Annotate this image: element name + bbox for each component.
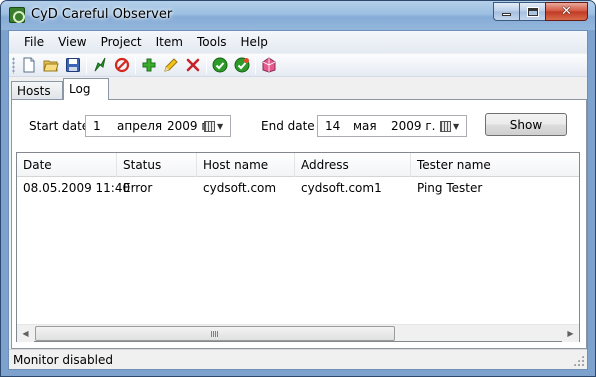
menu-bar: File View Project Item Tools Help [9,31,587,53]
new-button[interactable] [18,55,40,76]
menu-item[interactable]: Item [149,35,190,49]
cell-date: 08.05.2009 11:40 [23,181,131,195]
tab-strip: Hosts list Log [11,78,587,112]
calendar-icon [440,120,451,132]
maximize-button[interactable] [519,2,545,21]
status-text: Monitor disabled [13,353,113,367]
column-header-date[interactable]: Date [17,153,117,177]
resize-grip-icon[interactable] [573,355,584,366]
toolbar-separator [255,56,256,74]
add-icon [142,58,156,72]
tab-hosts-list[interactable]: Hosts list [11,81,63,112]
column-header-tester-name[interactable]: Tester name [411,153,579,177]
log-table-header: Date Status Host name Address Tester nam… [17,153,579,177]
end-date-picker[interactable]: 14 мая 2009 г. ▼ [317,115,467,137]
cell-tester-name: Ping Tester [417,181,483,195]
column-header-address[interactable]: Address [295,153,411,177]
start-date-day: 1 [93,119,101,133]
start-monitor-button[interactable] [89,55,111,76]
start-date-month: апреля [117,119,163,133]
calendar-icon [204,120,215,132]
chevron-down-icon: ▼ [217,121,224,131]
edit-button[interactable] [160,55,182,76]
check-button[interactable] [209,55,231,76]
scroll-thumb[interactable] [35,326,395,341]
delete-button[interactable] [182,55,204,76]
menu-tools[interactable]: Tools [190,35,234,49]
check-all-button[interactable] [231,55,253,76]
end-date-day: 14 [325,119,341,133]
save-icon [66,58,80,72]
close-button[interactable]: ✕ [545,2,588,21]
cell-host-name: cydsoft.com [203,181,277,195]
cell-address: cydsoft.com1 [301,181,382,195]
menu-help[interactable]: Help [234,35,275,49]
caption-buttons: ✕ [493,2,588,21]
menu-project[interactable]: Project [94,35,149,49]
table-row[interactable]: 08.05.2009 11:40 Error cydsoft.com cydso… [17,178,579,198]
app-window: CyD Careful Observer ✕ File View Project… [0,0,596,377]
log-table: Date Status Host name Address Tester nam… [16,152,580,342]
check-icon [212,57,228,73]
minimize-button[interactable] [493,2,519,21]
menu-file[interactable]: File [17,35,51,49]
column-header-host-name[interactable]: Host name [197,153,295,177]
toolbar-separator [135,56,136,74]
start-date-label: Start date [29,119,90,133]
end-date-month: мая [353,119,377,133]
column-header-status[interactable]: Status [117,153,197,177]
start-monitor-icon [94,57,106,72]
save-button[interactable] [62,55,84,76]
start-date-dropdown[interactable]: ▼ [204,119,226,133]
check-all-icon [234,57,250,73]
new-icon [23,57,35,73]
minimize-icon [502,13,511,16]
horizontal-scrollbar[interactable]: ◀ ▶ [17,324,579,342]
show-button[interactable]: Show [485,113,567,136]
title-bar[interactable]: CyD Careful Observer ✕ [1,1,595,30]
chevron-left-icon: ◀ [22,329,29,338]
maximize-icon [526,6,539,17]
add-button[interactable] [138,55,160,76]
toolbar-grip[interactable] [12,56,15,74]
edit-icon [164,58,178,72]
delete-icon [186,58,200,72]
end-date-label: End date [261,119,315,133]
tab-log[interactable]: Log [63,78,109,100]
toolbar [9,54,587,77]
scroll-left-button[interactable]: ◀ [17,325,34,342]
chevron-right-icon: ▶ [567,329,574,338]
window-title: CyD Careful Observer [31,7,173,22]
scroll-right-button[interactable]: ▶ [562,325,579,342]
settings-icon [262,57,276,73]
open-folder-icon [43,60,59,72]
end-date-dropdown[interactable]: ▼ [440,119,462,133]
settings-button[interactable] [258,55,280,76]
chevron-down-icon: ▼ [453,121,460,131]
start-date-picker[interactable]: 1 апреля 2009 г. ▼ [85,115,231,137]
app-logo-icon[interactable] [9,7,25,23]
toolbar-separator [206,56,207,74]
end-date-year: 2009 г. [391,119,436,133]
stop-monitor-icon [114,57,130,73]
status-bar: Monitor disabled [9,349,587,369]
toolbar-separator [86,56,87,74]
menu-view[interactable]: View [51,35,93,49]
client-area: File View Project Item Tools Help Hosts … [8,30,588,370]
stop-monitor-button[interactable] [111,55,133,76]
close-icon: ✕ [561,4,572,19]
open-button[interactable] [40,55,62,76]
cell-status: Error [123,181,153,195]
